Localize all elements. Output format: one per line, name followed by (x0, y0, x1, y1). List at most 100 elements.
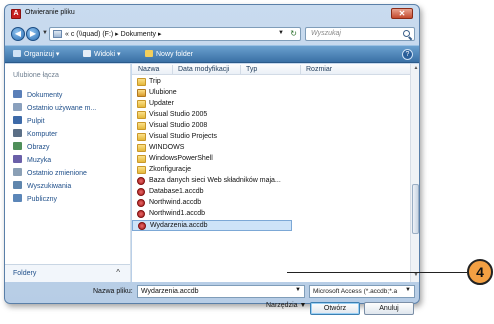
scroll-down-icon[interactable]: ▼ (412, 272, 419, 281)
file-row-windowspowershell[interactable]: WindowsPowerShell (132, 154, 292, 165)
open-file-dialog: A Otwieranie pliku ✕ ◀ ▶ ▼ « c (\\quad) … (4, 4, 420, 304)
folder-icon (137, 100, 146, 108)
file-row-vs-projects[interactable]: Visual Studio Projects (132, 132, 292, 143)
file-type-filter[interactable]: Microsoft Access (*.accdb;*.a ▼ (309, 285, 415, 298)
sidebar-item-label: Dokumenty (27, 92, 63, 99)
documents-icon (13, 90, 22, 98)
new-folder-button[interactable]: Nowy folder (145, 50, 193, 58)
folder-icon (137, 122, 146, 130)
file-row-database1[interactable]: Database1.accdb (132, 187, 292, 198)
file-name-value: Wydarzenia.accdb (141, 288, 199, 295)
organize-label: Organizuj (24, 51, 54, 58)
file-row-northwind1[interactable]: Northwind1.accdb (132, 209, 292, 220)
file-row-web-database[interactable]: Baza danych sieci Web składników maja... (132, 176, 292, 187)
callout-pointer-line (287, 272, 467, 273)
folder-icon (137, 78, 146, 86)
file-row-ulubione[interactable]: Ulubione (132, 88, 292, 99)
file-name: Visual Studio 2008 (149, 122, 208, 129)
column-divider[interactable] (240, 65, 241, 74)
column-name[interactable]: Nazwa (138, 66, 159, 73)
recently-changed-icon (13, 168, 22, 176)
new-folder-label: Nowy folder (156, 51, 193, 58)
folder-icon (137, 144, 146, 152)
access-file-icon (137, 199, 145, 207)
tools-button[interactable]: Narzędzia ▼ (266, 302, 306, 309)
sidebar-item-recent-places[interactable]: Ostatnio używane m... (13, 103, 96, 114)
file-row-vs2008[interactable]: Visual Studio 2008 (132, 121, 292, 132)
file-name: Visual Studio 2005 (149, 111, 208, 118)
close-button[interactable]: ✕ (391, 8, 413, 19)
recent-locations-dropdown[interactable]: ▼ (42, 30, 48, 36)
views-button[interactable]: Widoki ▾ (83, 50, 120, 58)
file-name-row: Nazwa pliku: Wydarzenia.accdb ▼ Microsof… (5, 283, 419, 303)
column-divider[interactable] (300, 65, 301, 74)
computer-icon (13, 129, 22, 137)
navigation-pane: Ulubione łącza Dokumenty Ostatnio używan… (5, 64, 131, 282)
refresh-icon[interactable]: ↻ (290, 29, 297, 38)
file-row-trip[interactable]: Trip (132, 77, 292, 88)
file-name: Northwind1.accdb (149, 210, 206, 217)
folders-toggle[interactable]: Foldery ^ (5, 264, 130, 282)
organize-button[interactable]: Organizuj ▾ (13, 50, 59, 58)
column-date-modified[interactable]: Data modyfikacji (178, 66, 229, 73)
sidebar-item-pictures[interactable]: Obrazy (13, 142, 50, 153)
public-icon (13, 194, 22, 202)
search-icon[interactable] (403, 30, 410, 37)
help-icon[interactable]: ? (402, 49, 413, 60)
open-button[interactable]: Otwórz (310, 302, 360, 315)
views-label: Widoki (94, 51, 116, 58)
file-list: Nazwa Data modyfikacji Typ Rozmiar Trip … (132, 64, 419, 282)
folder-icon (137, 166, 146, 174)
file-name: Zkonfiguracje (149, 166, 192, 173)
address-path: « c (\\quad) (F:) ▸ Dokumenty ▸ (65, 31, 162, 38)
dialog-buttons-row: Narzędzia ▼ Otwórz Anuluj (4, 302, 420, 322)
sidebar-item-label: Komputer (27, 131, 58, 138)
sidebar-item-searches[interactable]: Wyszukiwania (13, 181, 71, 192)
sidebar-item-label: Muzyka (27, 157, 52, 164)
scrollbar-thumb[interactable] (412, 184, 419, 234)
sidebar-item-public[interactable]: Publiczny (13, 194, 57, 205)
chevron-up-icon[interactable]: ^ (116, 268, 120, 277)
file-type-dropdown-icon[interactable]: ▼ (405, 287, 411, 293)
sidebar-item-documents[interactable]: Dokumenty (13, 90, 62, 101)
file-row-vs2005[interactable]: Visual Studio 2005 (132, 110, 292, 121)
folder-icon (137, 111, 146, 119)
search-input[interactable]: Wyszukaj (305, 27, 415, 41)
file-row-northwind[interactable]: Northwind.accdb (132, 198, 292, 209)
back-button[interactable]: ◀ (11, 27, 25, 41)
folder-icon (137, 133, 146, 141)
access-file-icon (137, 188, 145, 196)
vertical-scrollbar[interactable]: ▲ ▼ (410, 64, 419, 282)
sidebar-item-computer[interactable]: Komputer (13, 129, 57, 140)
scroll-up-icon[interactable]: ▲ (412, 65, 419, 74)
file-row-updater[interactable]: Updater (132, 99, 292, 110)
address-bar[interactable]: « c (\\quad) (F:) ▸ Dokumenty ▸ ▼ ↻ (49, 27, 301, 41)
file-name: Northwind.accdb (149, 199, 202, 206)
sidebar-item-label: Ostatnio zmienione (27, 170, 87, 177)
cancel-button[interactable]: Anuluj (364, 302, 414, 315)
file-row-zkonfiguracje[interactable]: Zkonfiguracje (132, 165, 292, 176)
file-name-dropdown-icon[interactable]: ▼ (295, 287, 301, 293)
column-size[interactable]: Rozmiar (306, 66, 332, 73)
file-name: Trip (149, 78, 161, 85)
search-placeholder: Wyszukaj (311, 30, 341, 37)
sidebar-item-desktop[interactable]: Pulpit (13, 116, 45, 127)
sidebar-item-music[interactable]: Muzyka (13, 155, 51, 166)
step-callout-badge: 4 (467, 259, 493, 285)
folders-label: Foldery (13, 270, 37, 277)
folder-icon (137, 155, 146, 163)
sidebar-item-recently-changed[interactable]: Ostatnio zmienione (13, 168, 87, 179)
file-name: Ulubione (149, 89, 177, 96)
access-file-icon (137, 210, 145, 218)
column-type[interactable]: Typ (246, 66, 257, 73)
forward-button[interactable]: ▶ (26, 27, 40, 41)
file-name-label: Nazwa pliku: (93, 288, 133, 295)
column-divider[interactable] (172, 65, 173, 74)
file-row-windows[interactable]: WINDOWS (132, 143, 292, 154)
desktop-icon (13, 116, 22, 124)
views-icon (83, 50, 91, 57)
file-row-wydarzenia[interactable]: Wydarzenia.accdb (132, 220, 292, 231)
address-dropdown-icon[interactable]: ▼ (278, 30, 284, 36)
file-name: Updater (149, 100, 174, 107)
file-name-input[interactable]: Wydarzenia.accdb ▼ (137, 285, 305, 298)
